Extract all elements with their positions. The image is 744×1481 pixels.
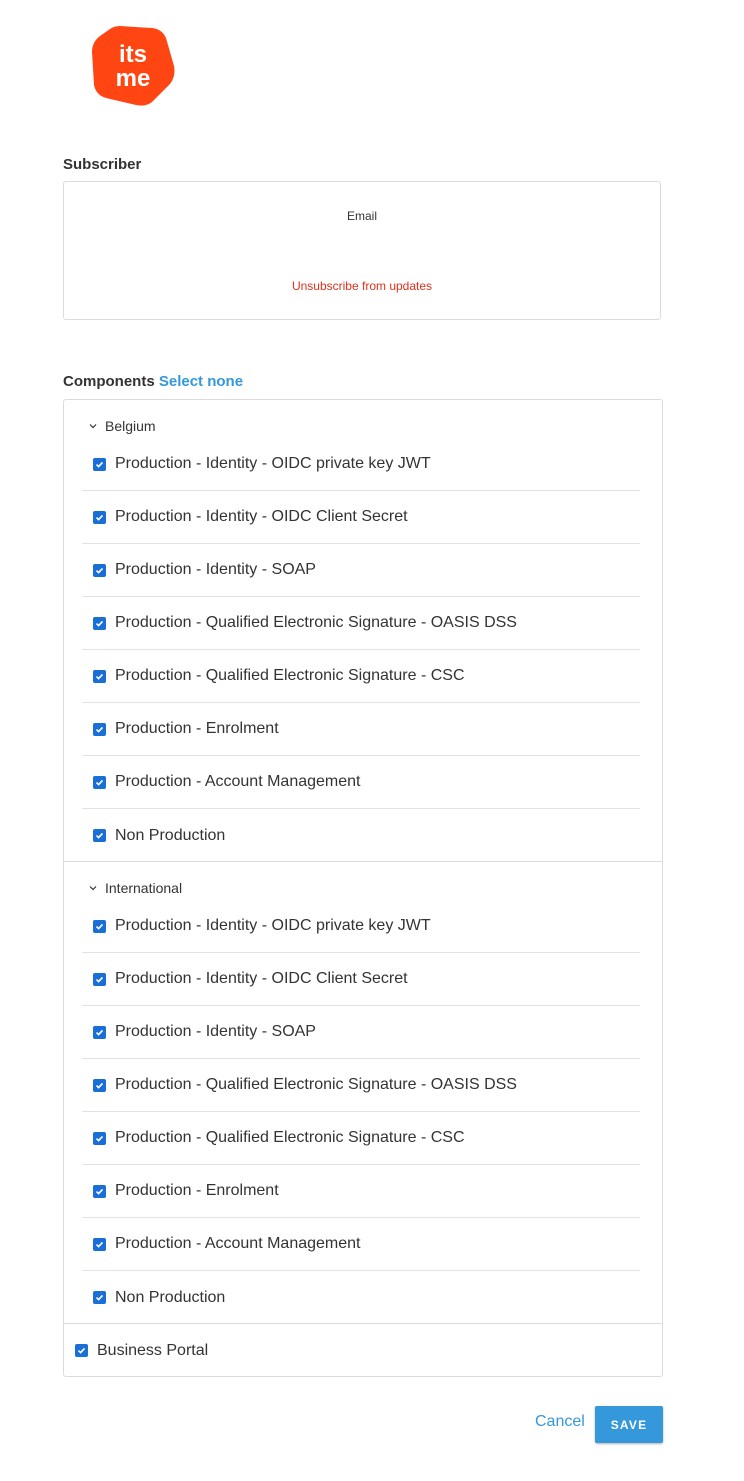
component-item: Non Production: [82, 809, 640, 862]
chevron-down-icon: [89, 886, 97, 891]
component-item: Production - Account Management: [82, 756, 640, 809]
component-label[interactable]: Production - Qualified Electronic Signat…: [115, 1076, 517, 1094]
component-item: Non Production: [82, 1271, 640, 1324]
checkmark-icon: [95, 1135, 104, 1142]
components-title: Components: [63, 373, 155, 390]
component-item: Production - Identity - SOAP: [82, 1006, 640, 1059]
group-toggle-belgium[interactable]: Belgium: [88, 418, 156, 434]
component-item: Production - Identity - OIDC private key…: [82, 900, 640, 953]
checkbox[interactable]: [93, 1078, 106, 1092]
checkmark-icon: [95, 923, 104, 930]
cancel-button[interactable]: Cancel: [535, 1413, 585, 1431]
component-item: Production - Enrolment: [82, 1165, 640, 1218]
business-portal-label[interactable]: Business Portal: [97, 1342, 208, 1360]
itsme-logo: its me: [90, 22, 176, 108]
checkmark-icon: [95, 514, 104, 521]
checkmark-icon: [77, 1347, 86, 1354]
checkmark-icon: [95, 832, 104, 839]
checkmark-icon: [95, 1029, 104, 1036]
checkbox[interactable]: [93, 1184, 106, 1198]
checkbox[interactable]: [93, 563, 106, 577]
subscriber-card: Email Unsubscribe from updates: [63, 181, 661, 320]
checkbox[interactable]: [93, 510, 106, 524]
group-toggle-international[interactable]: International: [88, 880, 182, 896]
chevron-down-icon: [89, 424, 97, 429]
checkbox[interactable]: [93, 1131, 106, 1145]
select-none-link[interactable]: Select none: [159, 373, 243, 390]
component-label[interactable]: Production - Account Management: [115, 1235, 360, 1253]
component-label[interactable]: Production - Enrolment: [115, 720, 279, 738]
component-item: Production - Account Management: [82, 1218, 640, 1271]
checkbox[interactable]: [93, 972, 106, 986]
group-name: Belgium: [105, 418, 156, 434]
logo-text-top: its: [119, 41, 147, 68]
subscriber-title: Subscriber: [63, 156, 142, 173]
component-item: Production - Qualified Electronic Signat…: [82, 1059, 640, 1112]
component-label[interactable]: Production - Identity - OIDC Client Secr…: [115, 970, 408, 988]
component-group-belgium: Belgium Production - Identity - OIDC pri…: [64, 400, 662, 862]
checkbox[interactable]: [93, 1237, 106, 1251]
component-label[interactable]: Non Production: [115, 1289, 225, 1307]
checkmark-icon: [95, 726, 104, 733]
checkmark-icon: [95, 620, 104, 627]
checkbox[interactable]: [93, 1025, 106, 1039]
component-label[interactable]: Production - Qualified Electronic Signat…: [115, 614, 517, 632]
checkbox[interactable]: [93, 669, 106, 683]
component-label[interactable]: Production - Qualified Electronic Signat…: [115, 1129, 465, 1147]
checkmark-icon: [95, 1082, 104, 1089]
component-item: Production - Qualified Electronic Signat…: [82, 1112, 640, 1165]
component-group-international: International Production - Identity - OI…: [64, 862, 662, 1324]
component-label[interactable]: Production - Identity - SOAP: [115, 561, 316, 579]
group-name: International: [105, 880, 183, 896]
checkbox[interactable]: [93, 722, 106, 736]
checkbox[interactable]: [75, 1344, 88, 1357]
checkbox[interactable]: [93, 1291, 106, 1304]
unsubscribe-link[interactable]: Unsubscribe from updates: [64, 279, 660, 293]
checkbox[interactable]: [93, 775, 106, 789]
group-items: Production - Identity - OIDC private key…: [82, 900, 640, 1324]
component-item: Production - Qualified Electronic Signat…: [82, 650, 640, 703]
component-item: Production - Identity - OIDC Client Secr…: [82, 491, 640, 544]
component-item: Production - Identity - OIDC Client Secr…: [82, 953, 640, 1006]
component-label[interactable]: Production - Identity - OIDC Client Secr…: [115, 508, 408, 526]
checkmark-icon: [95, 779, 104, 786]
component-label[interactable]: Non Production: [115, 827, 225, 845]
checkbox[interactable]: [93, 829, 106, 842]
component-label[interactable]: Production - Qualified Electronic Signat…: [115, 667, 465, 685]
checkmark-icon: [95, 1188, 104, 1195]
component-label[interactable]: Production - Identity - OIDC private key…: [115, 455, 431, 473]
checkmark-icon: [95, 673, 104, 680]
save-button[interactable]: SAVE: [595, 1406, 663, 1443]
components-header: Components Select none: [63, 373, 243, 390]
logo-text-bottom: me: [116, 65, 151, 92]
business-portal-row: Business Portal: [64, 1324, 662, 1377]
component-item: Production - Identity - SOAP: [82, 544, 640, 597]
checkmark-icon: [95, 1294, 104, 1301]
group-items: Production - Identity - OIDC private key…: [82, 438, 640, 862]
component-label[interactable]: Production - Identity - OIDC private key…: [115, 917, 431, 935]
component-item: Production - Identity - OIDC private key…: [82, 438, 640, 491]
checkmark-icon: [95, 567, 104, 574]
subscriber-email: Email: [346, 209, 377, 223]
checkbox[interactable]: [93, 616, 106, 630]
component-label[interactable]: Production - Enrolment: [115, 1182, 279, 1200]
checkmark-icon: [95, 1241, 104, 1248]
component-label[interactable]: Production - Account Management: [115, 773, 360, 791]
checkmark-icon: [95, 461, 104, 468]
itsme-logo-icon: its me: [92, 26, 175, 106]
component-item: Production - Enrolment: [82, 703, 640, 756]
checkbox[interactable]: [93, 457, 106, 471]
checkmark-icon: [95, 976, 104, 983]
component-item: Production - Qualified Electronic Signat…: [82, 597, 640, 650]
component-label[interactable]: Production - Identity - SOAP: [115, 1023, 316, 1041]
components-list: Belgium Production - Identity - OIDC pri…: [63, 399, 663, 1377]
checkbox[interactable]: [93, 919, 106, 933]
